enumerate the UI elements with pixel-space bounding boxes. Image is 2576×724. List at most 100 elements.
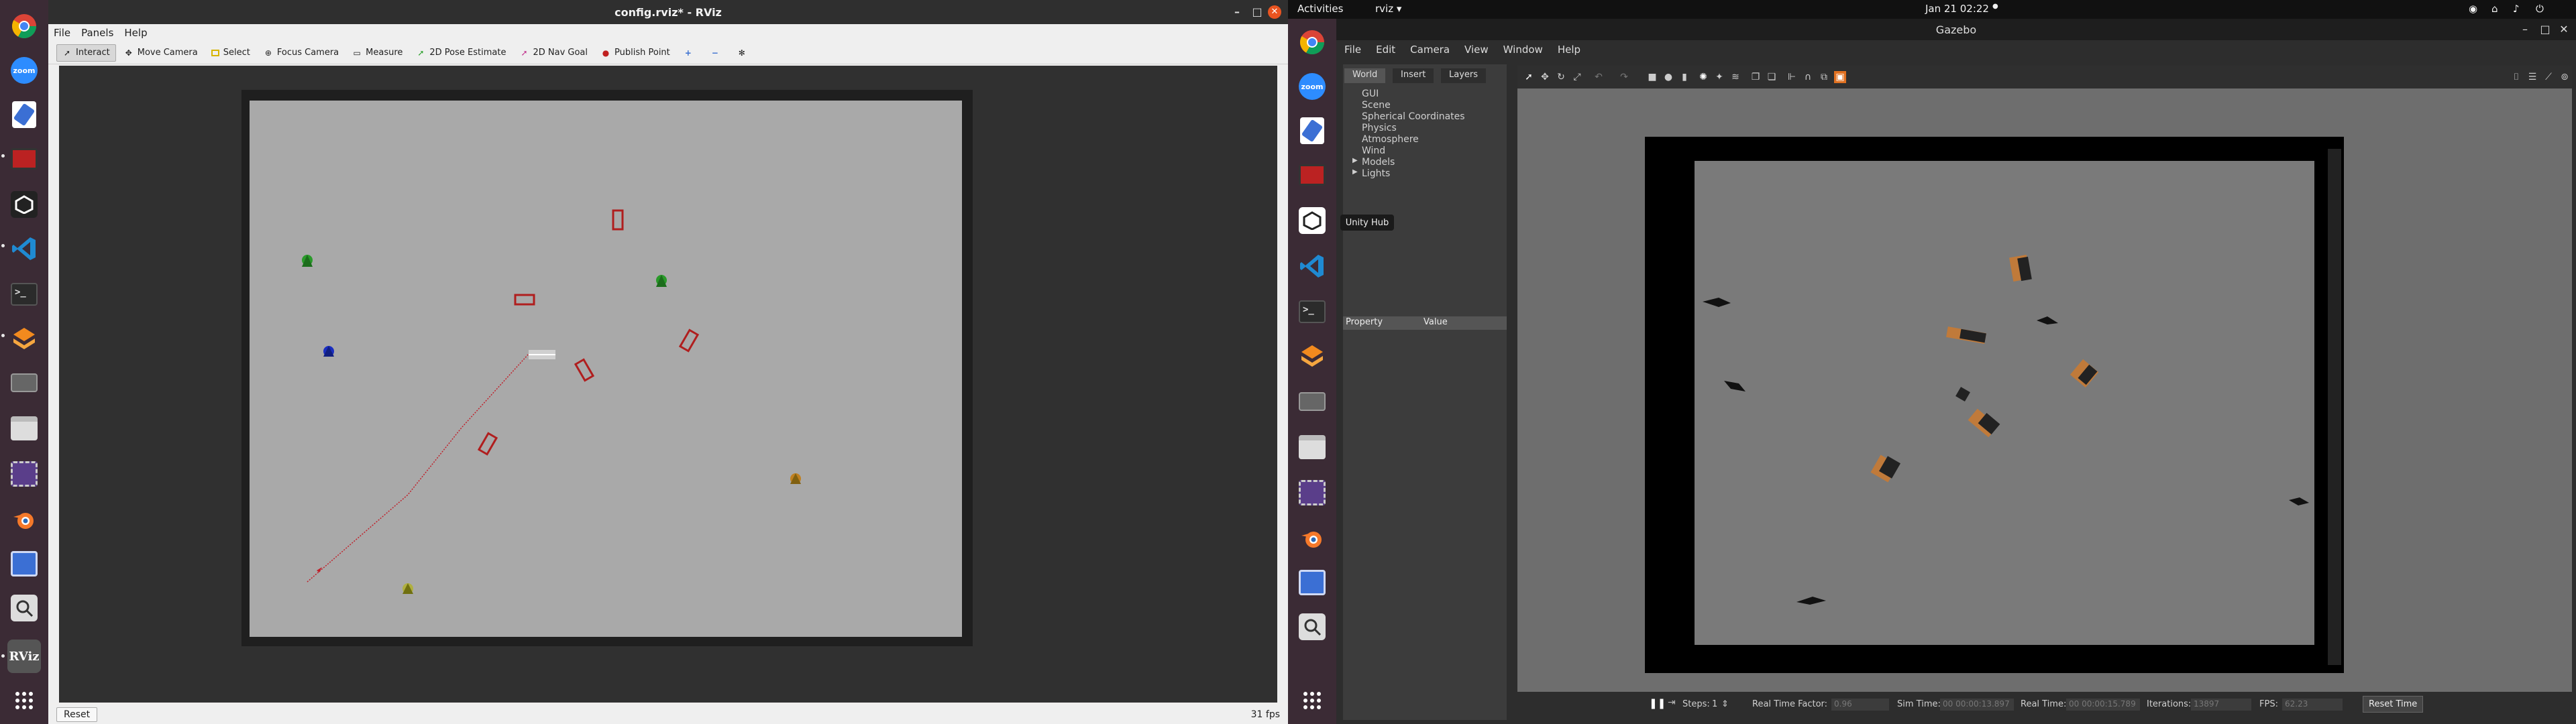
blender-icon[interactable] xyxy=(1295,522,1329,555)
rviz-icon[interactable]: RViz xyxy=(7,640,41,673)
tool-2d-pose-estimate[interactable]: ➚ 2D Pose Estimate xyxy=(411,44,511,62)
close-icon[interactable]: ✕ xyxy=(2556,21,2572,38)
steps-spinner-icon[interactable]: ⇕ xyxy=(1721,699,1729,709)
terminal-icon[interactable]: >_ xyxy=(1295,295,1329,328)
tool-publish-point[interactable]: ● Publish Point xyxy=(596,44,676,62)
tree-item-models[interactable]: ▶ Models xyxy=(1352,157,1395,168)
vscode-icon[interactable] xyxy=(1295,249,1329,283)
box-shape-icon[interactable]: ■ xyxy=(1646,71,1658,83)
translate-mode-icon[interactable]: ✥ xyxy=(1539,71,1551,83)
terminal-icon[interactable]: >_ xyxy=(7,278,41,311)
tree-item-atmosphere[interactable]: Atmosphere xyxy=(1362,134,1419,145)
magnifier-icon[interactable] xyxy=(1295,610,1329,644)
steps-value[interactable]: 1 xyxy=(1712,699,1717,709)
screen-recorder-icon[interactable] xyxy=(7,142,41,176)
expand-arrow-icon[interactable]: ▶ xyxy=(1352,157,1358,164)
menu-panels[interactable]: Panels xyxy=(81,27,113,39)
sphere-shape-icon[interactable]: ● xyxy=(1662,71,1674,83)
tree-item-wind[interactable]: Wind xyxy=(1362,145,1385,156)
add-tool-button[interactable]: + xyxy=(678,44,702,62)
network-icon[interactable]: ⌂ xyxy=(2491,3,2498,15)
files-icon[interactable] xyxy=(7,412,41,445)
rotate-mode-icon[interactable]: ↻ xyxy=(1555,71,1567,83)
tree-item-scene[interactable]: Scene xyxy=(1362,100,1391,111)
text-editor-icon[interactable] xyxy=(7,98,41,131)
paste-icon[interactable]: ❏ xyxy=(1766,71,1778,83)
power-icon[interactable]: ⏻ xyxy=(2536,3,2544,15)
align-icon[interactable]: ⊩ xyxy=(1786,71,1798,83)
unity-hub-icon[interactable] xyxy=(7,188,41,221)
remove-tool-button[interactable]: − xyxy=(705,44,729,62)
tool-properties-button[interactable]: ✻ xyxy=(732,44,756,62)
snap-icon[interactable]: ∩ xyxy=(1802,71,1814,83)
change-view-icon[interactable]: ⧉ xyxy=(1818,71,1830,83)
directional-light-icon[interactable]: ≋ xyxy=(1729,71,1741,83)
cylinder-shape-icon[interactable]: ▮ xyxy=(1678,71,1690,83)
vscode-icon[interactable] xyxy=(7,232,41,265)
video-editor-icon[interactable] xyxy=(1295,476,1329,509)
unity-hub-icon[interactable] xyxy=(1295,204,1329,237)
minimize-icon[interactable]: – xyxy=(2517,21,2533,38)
record-icon[interactable]: ▣ xyxy=(1834,71,1846,83)
chrome-icon[interactable] xyxy=(1295,25,1329,59)
tool-interact[interactable]: ➚ Interact xyxy=(56,44,116,62)
maximize-icon[interactable]: □ xyxy=(1249,4,1265,20)
screenshot-icon[interactable] xyxy=(1295,566,1329,599)
gazebo-3d-view[interactable] xyxy=(1517,88,2572,692)
step-icon[interactable]: ⇥ xyxy=(1668,697,1676,708)
gazebo-icon[interactable] xyxy=(7,322,41,355)
select-mode-icon[interactable]: ➚ xyxy=(1523,71,1535,83)
menu-edit[interactable]: Edit xyxy=(1376,44,1395,56)
reset-button[interactable]: Reset xyxy=(56,707,98,722)
menu-help[interactable]: Help xyxy=(124,27,147,39)
app-menu[interactable]: rviz ▾ xyxy=(1375,3,1401,15)
tool-measure[interactable]: ▭ Measure xyxy=(347,44,408,62)
redo-icon[interactable]: ↷ xyxy=(1618,71,1630,83)
tool-move-camera[interactable]: ✥ Move Camera xyxy=(119,44,203,62)
minimize-icon[interactable]: – xyxy=(1229,4,1245,20)
video-record-icon[interactable]: ⊚ xyxy=(2559,71,2571,83)
rviz-3d-view[interactable] xyxy=(59,66,1277,703)
maximize-icon[interactable]: □ xyxy=(2537,21,2553,38)
screenshot-icon[interactable]: ⌷ xyxy=(2510,71,2522,83)
menu-view[interactable]: View xyxy=(1464,44,1489,56)
tree-item-spherical-coordinates[interactable]: Spherical Coordinates xyxy=(1362,111,1465,122)
app-grid-icon[interactable] xyxy=(1295,684,1329,717)
zoom-icon[interactable]: zoom xyxy=(7,54,41,87)
tree-item-physics[interactable]: Physics xyxy=(1362,123,1397,133)
point-light-icon[interactable]: ✺ xyxy=(1697,71,1709,83)
log-icon[interactable]: ☰ xyxy=(2526,71,2538,83)
tree-item-gui[interactable]: GUI xyxy=(1362,88,1379,99)
menu-file[interactable]: File xyxy=(54,27,70,39)
volume-icon[interactable]: ♪ xyxy=(2513,3,2520,15)
activities-button[interactable]: Activities xyxy=(1297,3,1343,15)
system-tray-icon[interactable]: ◉ xyxy=(2469,3,2477,15)
video-editor-icon[interactable] xyxy=(7,457,41,491)
magnifier-icon[interactable] xyxy=(7,591,41,625)
tool-2d-nav-goal[interactable]: ➚ 2D Nav Goal xyxy=(514,44,593,62)
scale-mode-icon[interactable]: ⤢ xyxy=(1571,71,1583,83)
camera-app-icon[interactable] xyxy=(7,366,41,400)
spot-light-icon[interactable]: ✦ xyxy=(1713,71,1725,83)
tool-focus-camera[interactable]: ⊕ Focus Camera xyxy=(258,44,344,62)
pause-icon[interactable]: ❚❚ xyxy=(1649,697,1666,709)
reset-time-button[interactable]: Reset Time xyxy=(2363,696,2424,713)
blender-icon[interactable] xyxy=(7,503,41,536)
screen-recorder-icon[interactable] xyxy=(1295,158,1329,192)
app-grid-icon[interactable] xyxy=(7,684,41,717)
tree-item-lights[interactable]: ▶ Lights xyxy=(1352,168,1390,179)
text-editor-icon[interactable] xyxy=(1295,114,1329,147)
undo-icon[interactable]: ↶ xyxy=(1593,71,1605,83)
menu-file[interactable]: File xyxy=(1344,44,1361,56)
tab-layers[interactable]: Layers xyxy=(1441,68,1487,83)
files-icon[interactable] xyxy=(1295,430,1329,464)
left-panel-collapse-handle[interactable] xyxy=(48,66,59,703)
zoom-icon[interactable]: zoom xyxy=(1295,70,1329,103)
menu-camera[interactable]: Camera xyxy=(1410,44,1450,56)
clock[interactable]: Jan 21 02:22 xyxy=(1925,3,1989,15)
menu-help[interactable]: Help xyxy=(1558,44,1580,56)
expand-arrow-icon[interactable]: ▶ xyxy=(1352,168,1358,176)
menu-window[interactable]: Window xyxy=(1503,44,1543,56)
tab-insert[interactable]: Insert xyxy=(1393,68,1434,83)
gazebo-icon[interactable] xyxy=(1295,339,1329,373)
